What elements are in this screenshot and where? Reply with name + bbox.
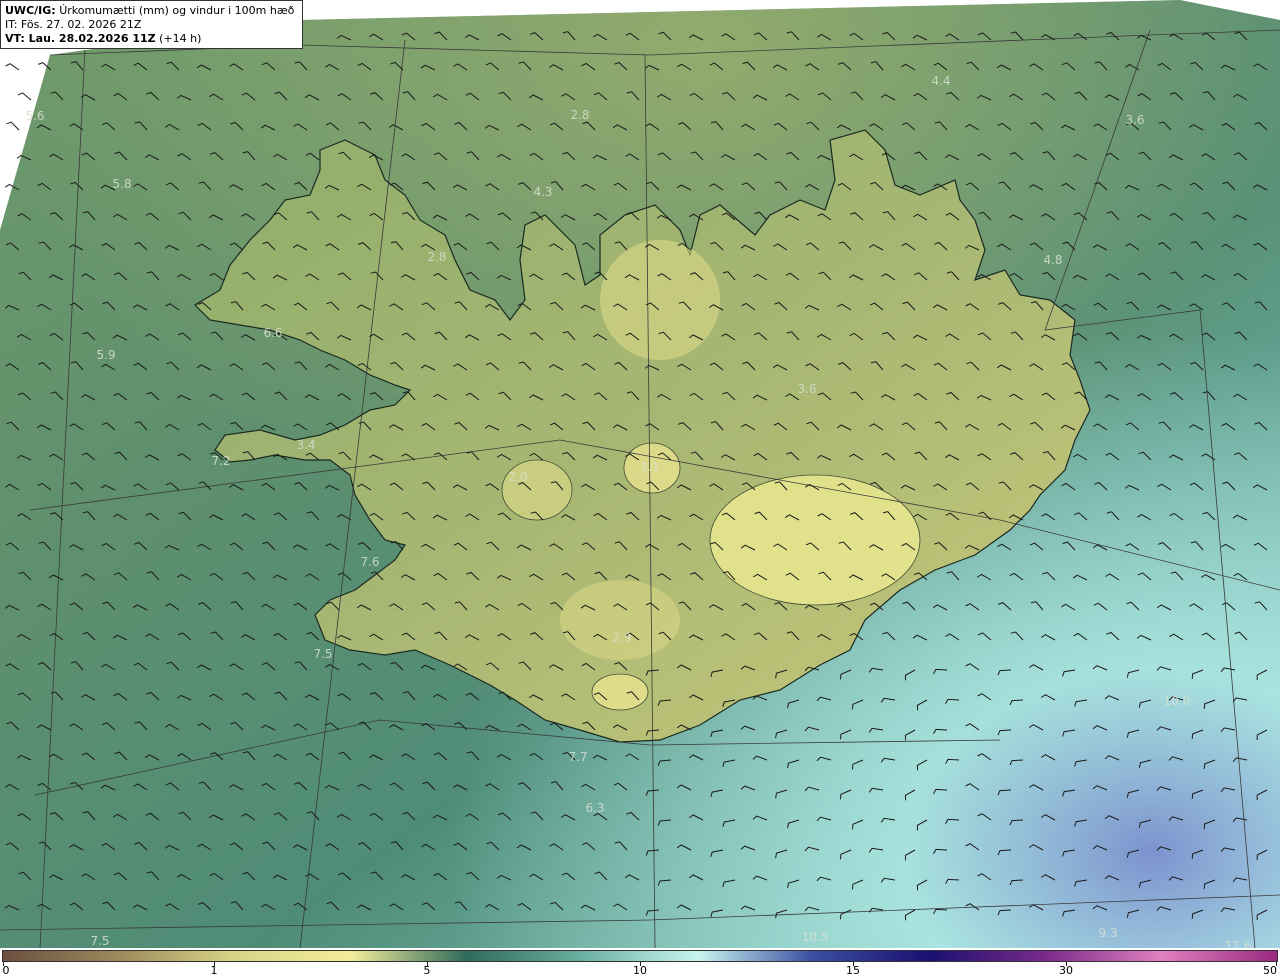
precip-value-label: 7.2 bbox=[211, 454, 230, 468]
precip-value-label: 6.3 bbox=[585, 801, 604, 815]
precip-value-label: 2.8 bbox=[570, 108, 589, 122]
precip-value-label: 5.6 bbox=[25, 109, 44, 123]
precip-value-label: 10.5 bbox=[802, 930, 829, 944]
lead-time: (+14 h) bbox=[159, 32, 202, 45]
precip-value-label: 7.7 bbox=[568, 750, 587, 764]
precip-value-label: 5.8 bbox=[112, 177, 131, 191]
colorbar-gradient bbox=[2, 950, 1278, 962]
precip-value-label: 4.8 bbox=[1043, 253, 1062, 267]
precip-value-label: 2.9 bbox=[612, 631, 631, 645]
colorbar-label: 50 bbox=[1263, 964, 1277, 977]
precip-value-label: 3.4 bbox=[296, 438, 315, 452]
precip-value-label: 9.3 bbox=[1098, 926, 1117, 940]
weather-map[interactable]: 5.6 5.8 2.8 4.4 3.6 4.3 2.8 4.8 6.6 5.9 3.6 3.4 7.2 2… bbox=[0, 0, 1280, 948]
map-info-box: UWC/IG: Úrkomumætti (mm) og vindur i 100… bbox=[0, 0, 303, 49]
issue-time: IT: Fös. 27. 02. 2026 21Z bbox=[5, 18, 142, 31]
map-title: Úrkomumætti (mm) og vindur i 100m hæð bbox=[59, 4, 295, 17]
colorbar-label: 0 bbox=[2, 964, 10, 977]
precip-value-label: 12.6 bbox=[1225, 939, 1252, 948]
precip-value-label: 3.6 bbox=[797, 382, 816, 396]
glacier-myrdalsjokull bbox=[591, 673, 649, 711]
valid-time: VT: Lau. 28.02.2026 11Z bbox=[5, 32, 156, 45]
colorbar-label: 5 bbox=[423, 964, 431, 977]
southern-highlands bbox=[560, 580, 680, 660]
precip-value-label: 3.6 bbox=[1125, 113, 1144, 127]
north-highlands bbox=[600, 240, 720, 360]
model-code: UWC/IG: bbox=[5, 4, 56, 17]
glacier-langjokull bbox=[501, 459, 573, 521]
precip-value-label: 6.6 bbox=[263, 326, 282, 340]
precip-value-label: 10.0 bbox=[1164, 694, 1191, 708]
colorbar-label: 10 bbox=[633, 964, 647, 977]
colorbar-label: 30 bbox=[1059, 964, 1073, 977]
map-canvas: 5.6 5.8 2.8 4.4 3.6 4.3 2.8 4.8 6.6 5.9 3.6 3.4 7.2 2… bbox=[0, 0, 1280, 948]
colorbar: 0 1 5 10 15 30 50 bbox=[0, 948, 1280, 978]
colorbar-label: 1 bbox=[210, 964, 218, 977]
precip-value-label: 2.0 bbox=[508, 470, 527, 484]
precip-value-label: 2.8 bbox=[427, 250, 446, 264]
precip-value-label: 4.3 bbox=[533, 185, 552, 199]
colorbar-label: 15 bbox=[846, 964, 860, 977]
precip-value-label: 1.1 bbox=[640, 460, 659, 474]
precip-value-label: 7.5 bbox=[90, 934, 109, 948]
precip-value-label: 7.6 bbox=[360, 555, 379, 569]
precip-value-label: 4.4 bbox=[931, 74, 950, 88]
precip-value-label: 7.5 bbox=[313, 647, 332, 661]
glacier-vatnajokull bbox=[709, 474, 921, 606]
precip-value-label: 5.9 bbox=[96, 348, 115, 362]
